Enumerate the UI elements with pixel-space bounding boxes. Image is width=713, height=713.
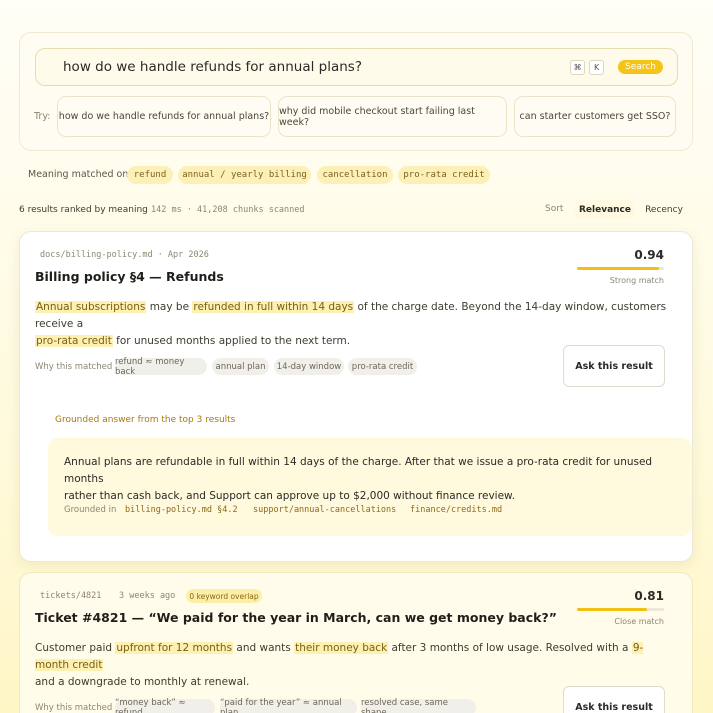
suggestion-chip[interactable]: why did mobile checkout start failing la… <box>278 96 507 137</box>
result-card[interactable]: docs/billing-policy.md · Apr 2026 Billin… <box>19 231 693 562</box>
suggestion-chip[interactable]: how do we handle refunds for annual plan… <box>57 96 271 137</box>
snippet-text: may be <box>146 301 193 313</box>
result-snippet: Annual subscriptions may be refunded in … <box>35 299 675 350</box>
ask-result-button[interactable]: Ask this result <box>563 345 665 387</box>
sort-recency-button[interactable]: Recency <box>640 200 688 219</box>
sort-relevance-button[interactable]: Relevance <box>575 200 635 219</box>
grounded-source-link[interactable]: finance/credits.md <box>410 505 502 515</box>
grounded-in-label: Grounded in <box>64 505 117 515</box>
match-score: 0.81 <box>634 589 664 603</box>
score-bar <box>577 267 664 270</box>
why-tag: refund ≈ money back <box>115 357 207 377</box>
answer-line: rather than cash back, and Support can a… <box>64 490 516 502</box>
grounded-source-link[interactable]: billing-policy.md §4.2 <box>125 505 238 515</box>
result-card[interactable]: tickets/4821 3 weeks ago 0 keyword overl… <box>19 572 693 713</box>
score-bar-fill <box>577 608 648 611</box>
answer-line: Annual plans are refundable in full with… <box>64 456 653 485</box>
cmd-key-icon: ⌘ <box>570 59 586 75</box>
result-source: docs/billing-policy.md · Apr 2026 <box>40 250 209 260</box>
why-matched-label: Why this matched <box>35 703 113 713</box>
snippet-text: and wants <box>233 642 295 654</box>
sort-label: Sort <box>545 204 564 214</box>
grounded-answer-box: Annual plans are refundable in full with… <box>48 438 692 536</box>
search-input[interactable]: how do we handle refunds for annual plan… <box>35 48 678 86</box>
score-bar-fill <box>577 267 659 270</box>
snippet-text: after 3 months of low usage. Resolved wi… <box>388 642 632 654</box>
why-tag: “paid for the year” ≈ annual plan <box>220 698 357 713</box>
suggestion-chip[interactable]: can starter customers get SSO? <box>514 96 676 137</box>
match-score: 0.94 <box>634 248 664 262</box>
why-tag: pro-rata credit <box>348 358 417 375</box>
meaning-label: Meaning matched on <box>28 169 129 180</box>
search-query-text[interactable]: how do we handle refunds for annual plan… <box>63 59 570 75</box>
snippet-highlight: their money back <box>294 642 389 654</box>
match-label: Close match <box>614 617 664 626</box>
result-title[interactable]: Billing policy §4 — Refunds <box>35 269 224 284</box>
match-label: Strong match <box>609 276 664 285</box>
results-meta: 142 ms · 41,208 chunks scanned <box>151 205 305 215</box>
grounded-answer-text: Annual plans are refundable in full with… <box>64 454 684 505</box>
why-matched-label: Why this matched <box>35 362 113 372</box>
result-source: tickets/4821 <box>40 591 102 601</box>
meaning-chip: annual / yearly billing <box>178 166 311 184</box>
k-key-hint: K <box>589 59 605 75</box>
grounded-answer-title: Grounded answer from the top 3 results <box>55 415 236 425</box>
grounded-source-link[interactable]: support/annual-cancellations <box>253 505 396 515</box>
result-age: 3 weeks ago <box>119 591 176 601</box>
snippet-text: Customer paid <box>35 642 116 654</box>
snippet-highlight: pro-rata credit <box>35 335 113 347</box>
why-tag: 14-day window <box>274 358 344 375</box>
snippet-highlight: refunded in full within 14 days <box>192 301 355 313</box>
why-tag: “money back” ≈ refund <box>115 698 215 713</box>
score-bar <box>577 608 664 611</box>
snippet-highlight: Annual subscriptions <box>35 301 147 313</box>
search-panel: how do we handle refunds for annual plan… <box>19 32 693 151</box>
why-tag: resolved case, same shape <box>361 698 476 713</box>
result-snippet: Customer paid upfront for 12 months and … <box>35 640 675 691</box>
snippet-text: for unused months applied to the next te… <box>112 335 351 347</box>
snippet-text: and a downgrade to monthly at renewal. <box>35 676 250 688</box>
search-button[interactable]: Search <box>618 60 663 74</box>
meaning-chip: cancellation <box>317 166 393 184</box>
results-count: 6 results ranked by meaning <box>19 205 148 215</box>
result-title[interactable]: Ticket #4821 — “We paid for the year in … <box>35 610 557 625</box>
meaning-chip: pro-rata credit <box>398 166 490 184</box>
meaning-chip: refund <box>127 166 173 184</box>
try-label: Try: <box>34 111 51 122</box>
ask-result-button[interactable]: Ask this result <box>563 686 665 713</box>
keyword-overlap-badge: 0 keyword overlap <box>186 589 262 603</box>
snippet-highlight: upfront for 12 months <box>115 642 234 654</box>
why-tag: annual plan <box>212 358 269 375</box>
